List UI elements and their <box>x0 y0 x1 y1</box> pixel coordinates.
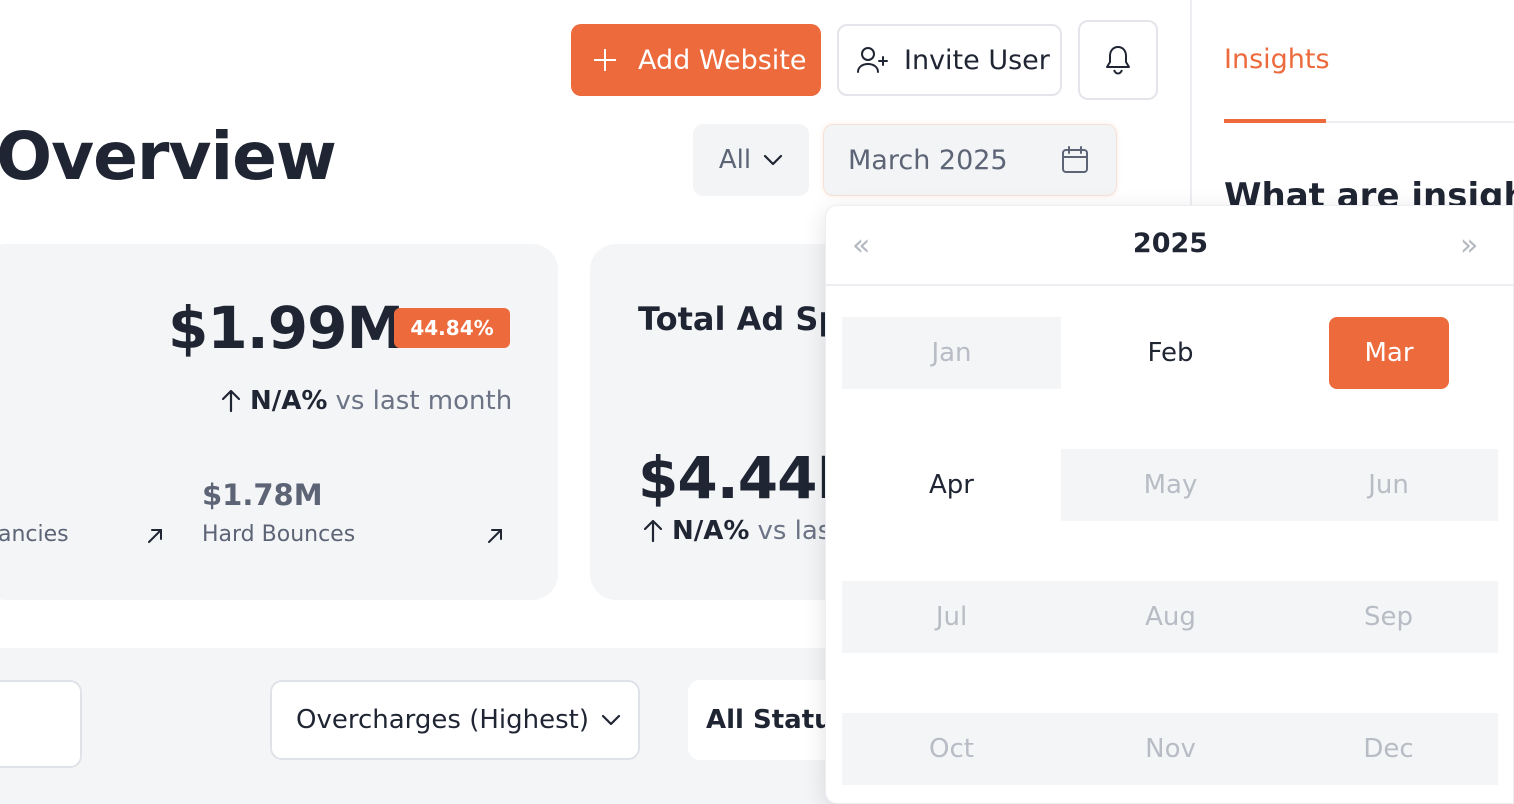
add-website-label: Add Website <box>638 44 807 76</box>
scope-filter-dropdown[interactable]: All <box>693 124 809 196</box>
arrow-up-right-icon[interactable] <box>146 527 164 545</box>
card1-change-suffix: vs last month <box>335 386 513 416</box>
sort-dropdown-label: Overcharges (Highest) <box>296 705 589 735</box>
month-cell-may[interactable]: May <box>1061 449 1280 521</box>
invite-user-button[interactable]: Invite User <box>837 24 1062 96</box>
card2-change-suffix: vs las <box>757 516 832 546</box>
month-cell-jun[interactable]: Jun <box>1279 449 1498 521</box>
card2-title: Total Ad Sp <box>638 300 842 338</box>
month-cell-aug[interactable]: Aug <box>1061 581 1280 653</box>
chevron-down-icon <box>601 714 621 726</box>
notifications-button[interactable] <box>1078 20 1158 100</box>
card1-main-value: $1.99M <box>168 294 404 362</box>
month-picker-header: « 2025 » <box>826 206 1513 286</box>
month-cell-mar[interactable]: Mar <box>1329 317 1449 389</box>
card1-sub-value: $1.78M <box>202 478 323 512</box>
tab-active-indicator <box>1224 119 1326 123</box>
month-cell-oct[interactable]: Oct <box>842 713 1061 785</box>
plus-icon <box>594 49 616 71</box>
month-cell-jan[interactable]: Jan <box>842 317 1061 389</box>
scope-filter-label: All <box>718 145 752 175</box>
sort-dropdown[interactable]: Overcharges (Highest) <box>270 680 640 760</box>
card2-change-value: N/A% <box>672 516 750 546</box>
search-input[interactable] <box>0 680 82 768</box>
tab-divider <box>1326 121 1514 123</box>
month-cell-feb[interactable]: Feb <box>1061 317 1280 389</box>
card1-sub-label: Hard Bounces <box>202 522 356 547</box>
card1-left-sub-label: ancies <box>0 522 69 547</box>
month-picker-value: March 2025 <box>848 144 1008 176</box>
month-cell-jul[interactable]: Jul <box>842 581 1061 653</box>
bell-icon <box>1106 46 1130 75</box>
arrow-up-icon <box>221 389 241 413</box>
card1-change-value: N/A% <box>250 386 328 416</box>
add-website-button[interactable]: Add Website <box>571 24 821 96</box>
month-picker-input[interactable]: March 2025 <box>823 124 1117 196</box>
month-cell-sep[interactable]: Sep <box>1279 581 1498 653</box>
invite-user-label: Invite User <box>904 44 1050 76</box>
arrow-up-icon <box>643 519 663 543</box>
chevron-down-icon <box>764 154 783 166</box>
month-cell-apr[interactable]: Apr <box>842 449 1061 521</box>
card1-change: N/A% vs last month <box>220 386 512 416</box>
month-cell-dec[interactable]: Dec <box>1279 713 1498 785</box>
arrow-up-right-icon[interactable] <box>486 527 504 545</box>
month-picker-popover: « 2025 » Jan Feb Mar Apr May Jun Jul Aug Sep Oct N… <box>825 205 1514 804</box>
card2-change: N/A% vs las <box>642 516 831 546</box>
change-badge: 44.84% <box>394 308 510 348</box>
calendar-icon <box>1062 146 1088 173</box>
month-cell-nov[interactable]: Nov <box>1061 713 1280 785</box>
page-title: Overview <box>0 118 337 195</box>
tab-insights[interactable]: Insights <box>1224 44 1330 75</box>
next-year-icon[interactable]: » <box>1460 228 1478 263</box>
month-picker-year: 2025 <box>1132 228 1209 259</box>
user-plus-icon <box>857 47 888 73</box>
